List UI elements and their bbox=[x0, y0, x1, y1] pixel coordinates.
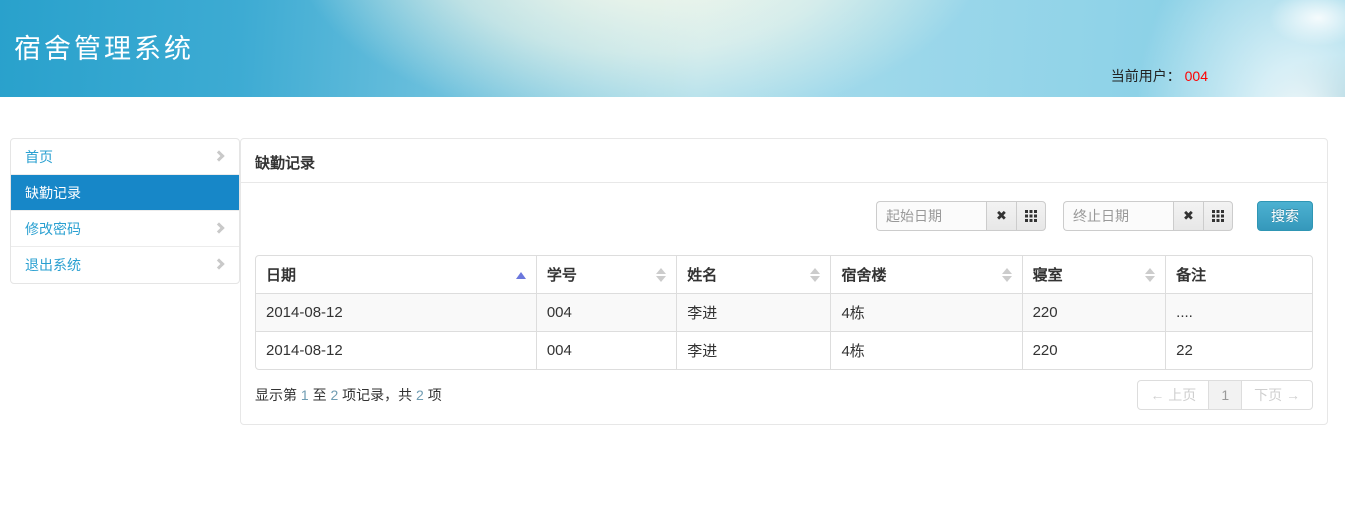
pagination: ← 上页 1 下页 → bbox=[1137, 380, 1313, 410]
cell-building: 4栋 bbox=[830, 293, 1021, 331]
sidebar-nav: 首页 缺勤记录 修改密码 退出系统 bbox=[10, 138, 240, 284]
search-button[interactable]: 搜索 bbox=[1257, 201, 1313, 231]
column-header-room[interactable]: 寝室 bbox=[1022, 256, 1166, 293]
cell-date: 2014-08-12 bbox=[256, 331, 536, 369]
cell-name: 李进 bbox=[676, 331, 830, 369]
clear-icon: ✖ bbox=[996, 208, 1007, 224]
main-layout: 首页 缺勤记录 修改密码 退出系统 缺勤记录 ✖ bbox=[10, 138, 1328, 425]
sidebar-item-label: 修改密码 bbox=[25, 221, 81, 237]
start-date-clear-button[interactable]: ✖ bbox=[986, 201, 1016, 231]
start-date-group: ✖ bbox=[876, 201, 1046, 231]
calendar-icon bbox=[1025, 210, 1037, 222]
table-row: 2014-08-12 004 李进 4栋 220 22 bbox=[256, 331, 1312, 369]
column-header-building[interactable]: 宿舍楼 bbox=[830, 256, 1021, 293]
sort-both-icon bbox=[810, 268, 820, 282]
chevron-right-icon bbox=[213, 222, 224, 233]
sort-both-icon bbox=[656, 268, 666, 282]
current-user-value: 004 bbox=[1185, 68, 1208, 84]
sort-asc-icon bbox=[516, 272, 526, 279]
app-title: 宿舍管理系统 bbox=[14, 27, 194, 66]
column-header-date[interactable]: 日期 bbox=[256, 256, 536, 293]
chevron-right-icon bbox=[213, 258, 224, 269]
sort-both-icon bbox=[1145, 268, 1155, 282]
cell-room: 220 bbox=[1022, 293, 1166, 331]
end-date-clear-button[interactable]: ✖ bbox=[1173, 201, 1203, 231]
start-date-calendar-button[interactable] bbox=[1016, 201, 1046, 231]
cell-remark: 22 bbox=[1165, 331, 1312, 369]
filter-toolbar: ✖ ✖ bbox=[241, 183, 1327, 237]
column-header-remark[interactable]: 备注 bbox=[1165, 256, 1312, 293]
next-page-button[interactable]: 下页 → bbox=[1241, 380, 1313, 410]
sidebar-item-label: 缺勤记录 bbox=[25, 185, 81, 201]
end-date-calendar-button[interactable] bbox=[1203, 201, 1233, 231]
end-date-group: ✖ bbox=[1063, 201, 1233, 231]
content-panel: 缺勤记录 ✖ bbox=[240, 138, 1328, 425]
chevron-right-icon bbox=[213, 150, 224, 161]
sidebar-item-label: 退出系统 bbox=[25, 257, 81, 273]
end-date-input[interactable] bbox=[1063, 201, 1173, 231]
page-number-button[interactable]: 1 bbox=[1208, 380, 1242, 410]
prev-page-button[interactable]: ← 上页 bbox=[1137, 380, 1209, 410]
cell-date: 2014-08-12 bbox=[256, 293, 536, 331]
sidebar-item-label: 首页 bbox=[25, 149, 53, 165]
cell-student-id: 004 bbox=[536, 331, 676, 369]
cell-room: 220 bbox=[1022, 331, 1166, 369]
pagination-info: 显示第 1 至 2 项记录，共 2 项 bbox=[255, 385, 442, 405]
sidebar-item-change-password[interactable]: 修改密码 bbox=[11, 211, 239, 247]
column-header-name[interactable]: 姓名 bbox=[676, 256, 830, 293]
calendar-icon bbox=[1212, 210, 1224, 222]
current-user-label: 当前用户： bbox=[1111, 68, 1181, 84]
sort-both-icon bbox=[1002, 268, 1012, 282]
sidebar-item-absence-records[interactable]: 缺勤记录 bbox=[11, 175, 239, 211]
sidebar-item-logout[interactable]: 退出系统 bbox=[11, 247, 239, 283]
current-user: 当前用户： 004 bbox=[1111, 66, 1208, 86]
cell-remark: .... bbox=[1165, 293, 1312, 331]
table-row: 2014-08-12 004 李进 4栋 220 .... bbox=[256, 293, 1312, 331]
cell-name: 李进 bbox=[676, 293, 830, 331]
page-title: 缺勤记录 bbox=[241, 139, 1327, 183]
app-header: 宿舍管理系统 当前用户： 004 bbox=[0, 0, 1345, 97]
start-date-input[interactable] bbox=[876, 201, 986, 231]
absence-records-table: 日期 学号 姓名 宿舍楼 bbox=[255, 255, 1313, 370]
sidebar-item-home[interactable]: 首页 bbox=[11, 139, 239, 175]
table-header-row: 日期 学号 姓名 宿舍楼 bbox=[256, 256, 1312, 293]
cell-student-id: 004 bbox=[536, 293, 676, 331]
table-footer: 显示第 1 至 2 项记录，共 2 项 ← 上页 1 下页 → bbox=[241, 370, 1327, 424]
column-header-student-id[interactable]: 学号 bbox=[536, 256, 676, 293]
cell-building: 4栋 bbox=[830, 331, 1021, 369]
clear-icon: ✖ bbox=[1183, 208, 1194, 224]
